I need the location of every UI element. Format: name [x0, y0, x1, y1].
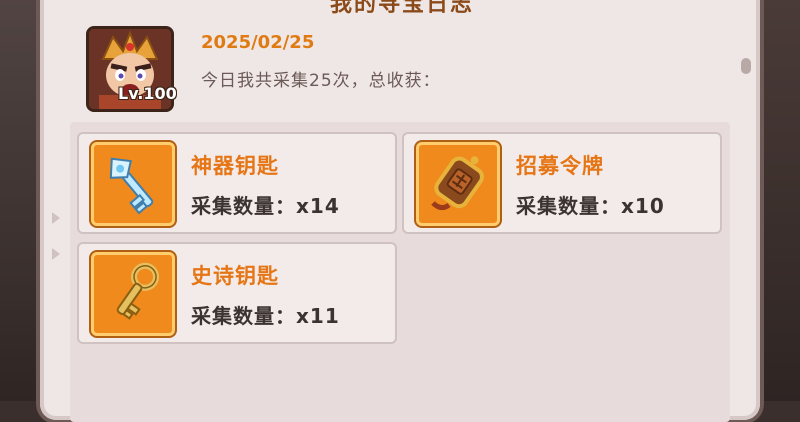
reward-card-recruit-token[interactable]: 招募令牌 采集数量：x10: [402, 132, 722, 234]
reward-icon-frame: [91, 252, 175, 336]
player-level: Lv.100: [118, 84, 177, 103]
log-summary: 今日我共采集25次，总收获：: [201, 71, 441, 91]
reward-count: 采集数量：x10: [516, 194, 665, 218]
notch-marker: [52, 212, 60, 224]
background-right: [760, 0, 800, 401]
reward-name: 史诗钥匙: [191, 264, 279, 288]
notch-marker: [52, 248, 60, 260]
log-date: 2025/02/25: [201, 32, 315, 53]
reward-icon-frame: [416, 142, 500, 226]
background-left: [0, 0, 40, 401]
reward-count: 采集数量：x14: [191, 194, 340, 218]
reward-name: 神器钥匙: [191, 154, 279, 178]
reward-name: 招募令牌: [516, 154, 604, 178]
reward-icon-frame: [91, 142, 175, 226]
recruit-token-icon: [431, 156, 484, 211]
epic-key-icon: [116, 262, 160, 320]
scrollbar-thumb[interactable]: [741, 58, 751, 74]
reward-card-epic-key[interactable]: 史诗钥匙 采集数量：x11: [77, 242, 397, 344]
reward-card-artifact-key[interactable]: 神器钥匙 采集数量：x14: [77, 132, 397, 234]
artifact-key-icon: [109, 157, 154, 215]
reward-count: 采集数量：x11: [191, 304, 340, 328]
panel-title: 我的寻宝日志: [330, 0, 475, 17]
